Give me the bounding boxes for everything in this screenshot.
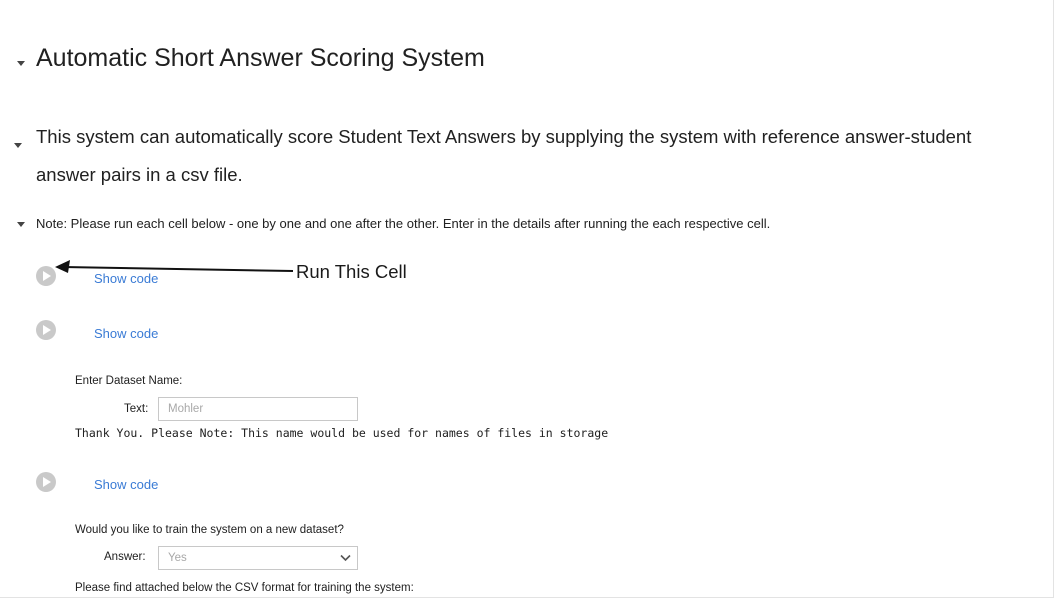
notebook-frame — [0, 0, 1054, 598]
collapse-note-caret-icon[interactable] — [17, 222, 25, 227]
dataset-name-prompt: Enter Dataset Name: — [75, 375, 183, 387]
answer-field-label: Answer: — [104, 551, 146, 563]
text-field-label: Text: — [124, 403, 149, 415]
show-code-link-2[interactable]: Show code — [94, 326, 158, 341]
note-text: Note: Please run each cell below - one b… — [36, 216, 771, 231]
run-cell-3-button[interactable] — [36, 472, 56, 492]
run-cell-2-button[interactable] — [36, 320, 56, 340]
chevron-down-icon — [340, 554, 351, 562]
annotation-run-this-cell: Run This Cell — [296, 261, 407, 282]
section-heading: Automatic Short Answer Scoring System — [36, 44, 485, 72]
run-cell-1-button[interactable] — [36, 266, 56, 286]
show-code-link-3[interactable]: Show code — [94, 477, 158, 492]
collapse-intro-caret-icon[interactable] — [14, 143, 22, 148]
annotation-arrow — [55, 260, 294, 273]
train-prompt: Would you like to train the system on a … — [75, 524, 344, 536]
answer-select[interactable]: Yes — [158, 546, 358, 570]
collapse-heading-caret-icon[interactable] — [17, 61, 25, 66]
dataset-name-input[interactable] — [158, 397, 358, 421]
play-icon — [43, 325, 51, 335]
intro-paragraph: This system can automatically score Stud… — [36, 126, 972, 185]
csv-format-text: Please find attached below the CSV forma… — [75, 582, 414, 594]
play-icon — [43, 477, 51, 487]
answer-select-value: Yes — [168, 552, 187, 564]
play-icon — [43, 271, 51, 281]
cell-2-output: Thank You. Please Note: This name would … — [75, 426, 609, 440]
